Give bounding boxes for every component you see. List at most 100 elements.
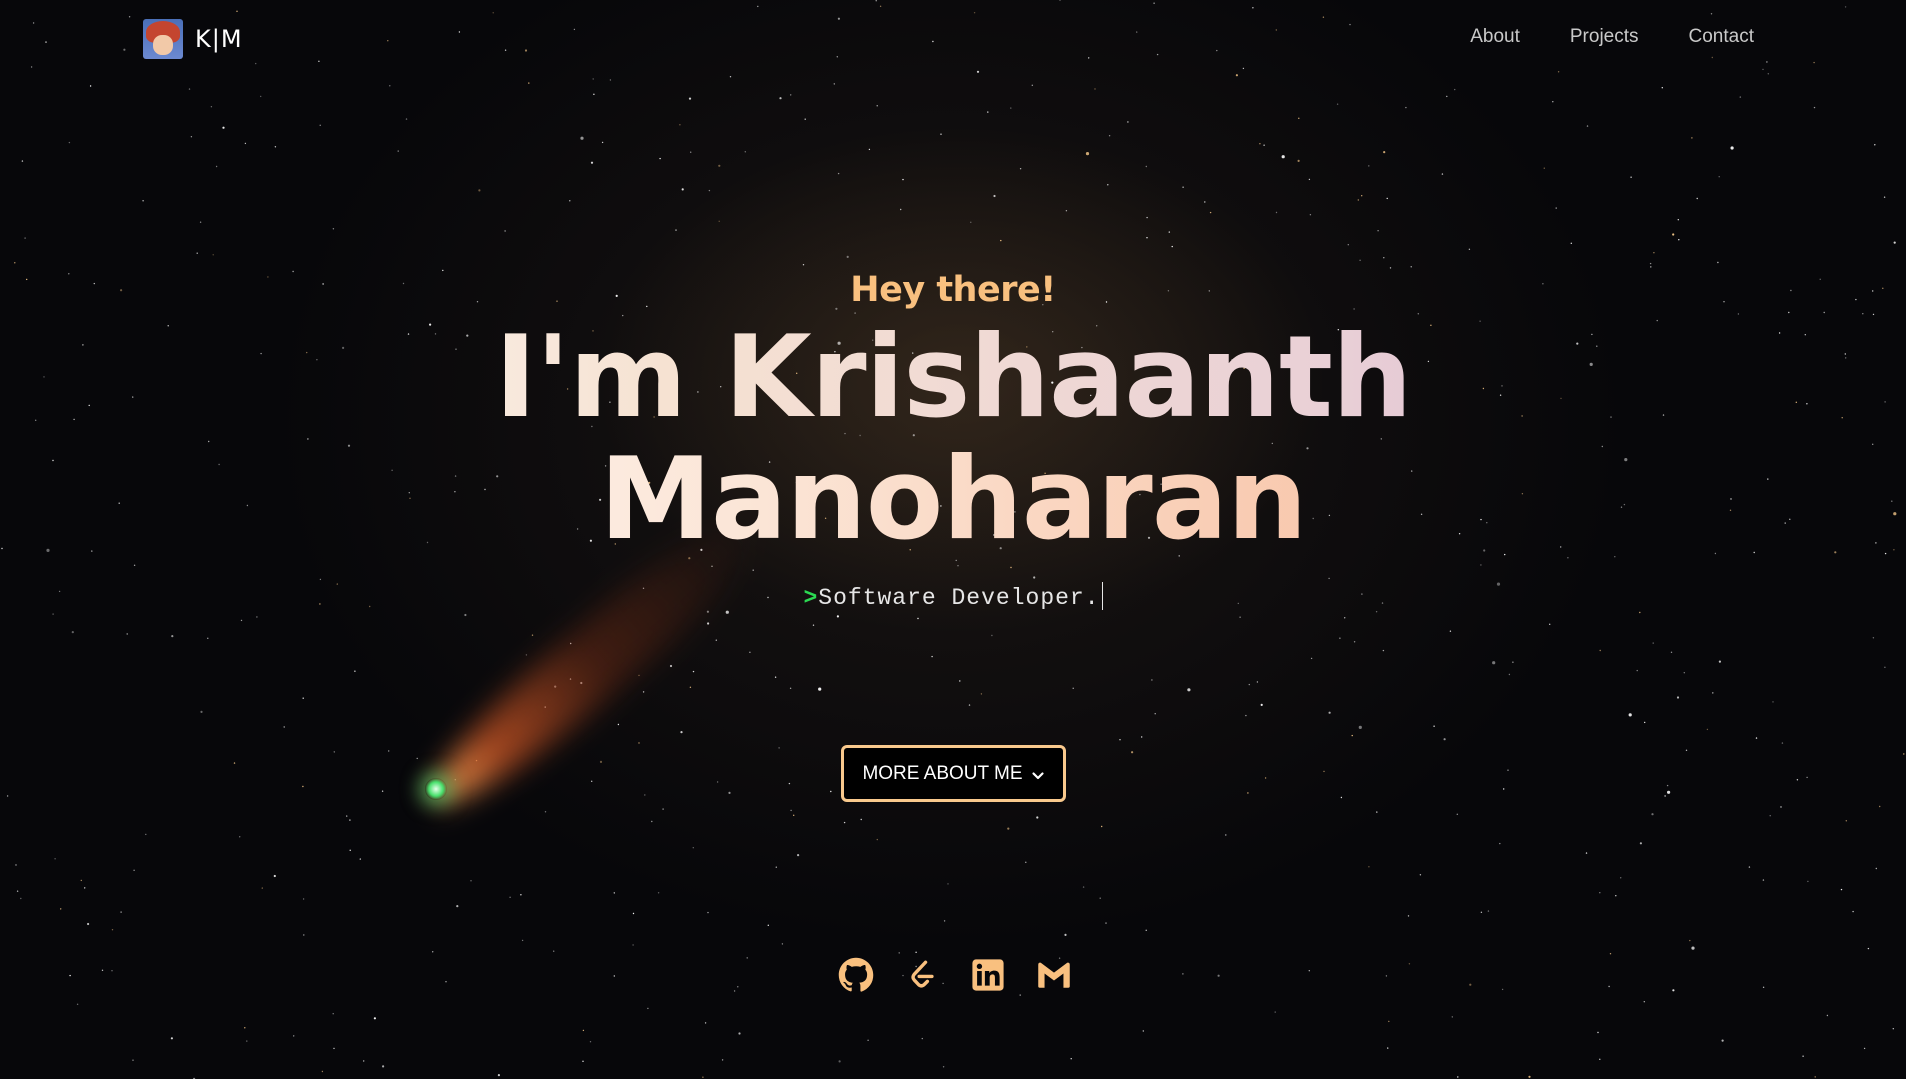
star (1353, 641, 1356, 643)
brand[interactable]: K|M (143, 19, 243, 59)
star (725, 610, 729, 614)
star (170, 1037, 173, 1040)
nav-link-projects[interactable]: Projects (1570, 26, 1639, 48)
star (333, 751, 335, 753)
star (1503, 788, 1505, 790)
star (737, 986, 739, 988)
star (1245, 714, 1247, 717)
star (779, 97, 782, 100)
star (789, 687, 792, 689)
star (569, 200, 571, 202)
star (1382, 649, 1385, 652)
star (1712, 692, 1714, 694)
nav-link-about[interactable]: About (1470, 26, 1520, 48)
star (1685, 749, 1688, 751)
leetcode-icon[interactable] (904, 957, 940, 993)
star (580, 136, 584, 140)
more-about-me-button[interactable]: MORE ABOUT ME (841, 745, 1066, 802)
star (1650, 266, 1652, 268)
star (980, 693, 983, 695)
star (1064, 933, 1067, 937)
chevron-down-icon (1031, 767, 1045, 781)
star (445, 981, 447, 983)
star (244, 1027, 246, 1029)
star (876, 105, 878, 107)
star (1813, 106, 1816, 109)
star (333, 1047, 335, 1050)
star (16, 890, 19, 892)
star (1082, 886, 1085, 888)
star (69, 974, 71, 977)
star (246, 1040, 248, 1042)
star (860, 818, 862, 821)
star (1683, 672, 1686, 674)
star (589, 1041, 592, 1043)
star (1351, 734, 1353, 737)
star (1361, 195, 1363, 197)
star (1678, 239, 1680, 241)
star (947, 883, 949, 885)
star (1649, 262, 1652, 265)
star (199, 221, 202, 223)
star (1031, 84, 1034, 87)
star (397, 150, 399, 152)
gmail-icon[interactable] (1036, 957, 1072, 993)
star (1667, 790, 1671, 794)
star (940, 133, 942, 135)
prompt-symbol: > (803, 585, 819, 611)
star (582, 1029, 585, 1032)
star (1007, 827, 1010, 830)
star (388, 750, 390, 752)
star (662, 808, 664, 810)
star (1883, 196, 1886, 198)
star (1852, 910, 1854, 913)
star (1826, 1014, 1829, 1017)
star (781, 943, 784, 945)
star (728, 791, 731, 795)
star (690, 151, 692, 153)
star (746, 957, 748, 959)
star (273, 874, 276, 878)
star (525, 654, 528, 656)
star (1501, 988, 1504, 991)
star (233, 762, 236, 764)
star (802, 264, 805, 266)
star (1264, 777, 1267, 779)
brand-text: K|M (195, 25, 243, 53)
star (1408, 963, 1411, 965)
star (382, 1065, 385, 1068)
star (54, 858, 56, 860)
star (1145, 165, 1148, 168)
star (1387, 1047, 1389, 1049)
star (1599, 892, 1601, 894)
star (1644, 721, 1646, 724)
star (775, 866, 777, 868)
star (718, 164, 721, 167)
star (1755, 737, 1758, 739)
star (1717, 261, 1719, 264)
star (1469, 983, 1472, 986)
linkedin-icon[interactable] (970, 957, 1006, 993)
star (1451, 1016, 1454, 1018)
star (638, 674, 640, 677)
star (1721, 1039, 1724, 1042)
star (715, 639, 717, 641)
star (1131, 751, 1134, 754)
star (1457, 1076, 1459, 1078)
star (593, 93, 595, 96)
star (1609, 953, 1612, 955)
star (1691, 137, 1693, 139)
greeting: Hey there! (850, 270, 1056, 310)
star (207, 637, 209, 639)
star (613, 892, 615, 894)
star (1772, 701, 1774, 703)
github-icon[interactable] (838, 957, 874, 993)
star (1875, 867, 1878, 870)
star (959, 680, 961, 682)
star (1263, 144, 1265, 146)
nav-link-contact[interactable]: Contact (1689, 26, 1754, 48)
star (1433, 725, 1435, 727)
star (1884, 666, 1886, 668)
role-text: Software Developer. (818, 585, 1100, 611)
star (321, 1070, 324, 1073)
